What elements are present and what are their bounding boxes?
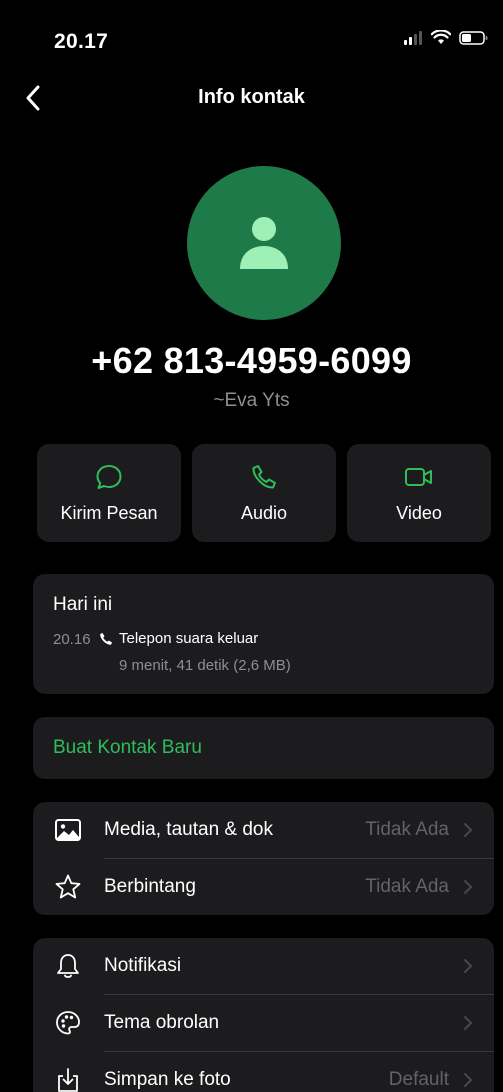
send-message-label: Kirim Pesan: [60, 502, 158, 523]
message-icon: [96, 464, 122, 489]
battery-icon: [459, 30, 488, 45]
page-title: Info kontak: [198, 86, 305, 108]
chat-theme-row[interactable]: Tema obrolan: [33, 995, 494, 1051]
video-call-button[interactable]: Video: [347, 444, 491, 542]
action-buttons: Kirim Pesan Audio Video: [37, 444, 491, 542]
save-to-photos-row[interactable]: Simpan ke foto Default: [33, 1052, 494, 1092]
call-type-label: Telepon suara keluar: [119, 630, 259, 647]
starred-label: Berbintang: [104, 876, 196, 897]
status-icons: [403, 30, 489, 45]
media-links-docs-row[interactable]: Media, tautan & dok Tidak Ada: [33, 802, 494, 858]
save-to-photos-label: Simpan ke foto: [104, 1069, 231, 1090]
status-time: 20.17: [54, 30, 109, 53]
contact-phone: +62 813-4959-6099: [91, 340, 412, 381]
person-icon: [240, 217, 288, 269]
chevron-right-icon: [462, 1013, 474, 1033]
star-icon: [53, 872, 83, 902]
call-history-card: Hari ini 20.16 Telepon suara keluar 9 me…: [33, 574, 494, 694]
create-contact-button[interactable]: Buat Kontak Baru: [33, 717, 494, 779]
call-time: 20.16: [53, 631, 91, 648]
media-section: Media, tautan & dok Tidak Ada Berbintang…: [33, 802, 494, 915]
call-type: Telepon suara keluar: [99, 630, 258, 647]
audio-call-label: Audio: [240, 502, 288, 523]
wifi-icon: [431, 30, 451, 44]
status-bar: 20.17: [0, 0, 503, 60]
palette-icon: [53, 1008, 83, 1038]
notifications-row[interactable]: Notifikasi: [33, 938, 494, 994]
download-icon: [53, 1065, 83, 1092]
media-links-docs-value: Tidak Ada: [365, 819, 449, 840]
starred-row[interactable]: Berbintang Tidak Ada: [33, 859, 494, 915]
phone-icon: [100, 632, 112, 645]
save-to-photos-value: Default: [388, 1069, 449, 1090]
video-call-label: Video: [396, 502, 442, 523]
phone-icon: [252, 464, 276, 488]
settings-section: Notifikasi Tema obrolan Simpan ke foto D…: [33, 938, 494, 1092]
chevron-right-icon: [462, 956, 474, 976]
notifications-label: Notifikasi: [104, 955, 182, 976]
send-message-button[interactable]: Kirim Pesan: [37, 444, 181, 542]
chevron-right-icon: [462, 1070, 474, 1090]
contact-name: ~Eva Yts: [213, 390, 290, 411]
create-contact-label: Buat Kontak Baru: [53, 737, 202, 758]
call-detail: 9 menit, 41 detik (2,6 MB): [119, 657, 291, 674]
chevron-right-icon: [462, 877, 474, 897]
chevron-right-icon: [462, 820, 474, 840]
starred-value: Tidak Ada: [365, 876, 449, 897]
avatar[interactable]: [187, 166, 341, 320]
audio-call-button[interactable]: Audio: [192, 444, 336, 542]
call-history-title: Hari ini: [53, 594, 113, 615]
signal-icon: [404, 30, 422, 45]
photo-icon: [53, 815, 83, 845]
video-icon: [405, 467, 432, 486]
chat-theme-label: Tema obrolan: [104, 1012, 220, 1033]
nav-bar: Info kontak: [0, 78, 503, 118]
bell-icon: [53, 951, 83, 981]
media-links-docs-label: Media, tautan & dok: [104, 819, 273, 840]
